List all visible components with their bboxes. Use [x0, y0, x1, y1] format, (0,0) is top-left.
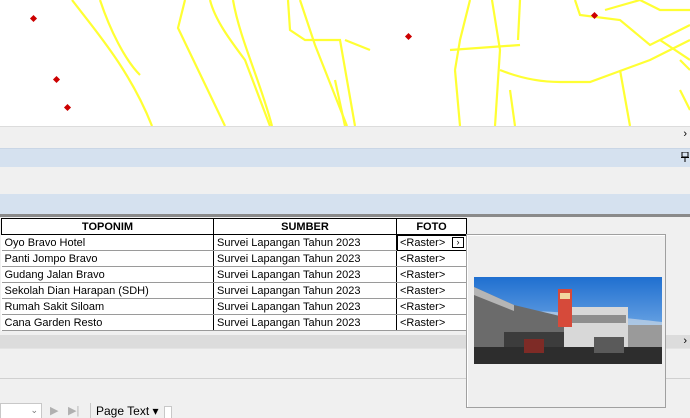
page-select[interactable]: ⌄ [0, 403, 42, 418]
table-title-bar[interactable] [0, 194, 690, 214]
panel-body [0, 167, 690, 194]
cell-foto[interactable]: <Raster> [396, 266, 467, 283]
photo-preview-panel [466, 234, 666, 408]
point-marker[interactable] [52, 75, 61, 84]
cell-toponim[interactable]: Oyo Bravo Hotel [1, 234, 214, 251]
point-marker[interactable] [404, 32, 413, 41]
cell-toponim[interactable]: Sekolah Dian Harapan (SDH) [1, 282, 214, 299]
scroll-right-arrow[interactable]: › [683, 335, 687, 348]
column-header-sumber[interactable]: SUMBER [213, 218, 397, 235]
cell-edit-button[interactable]: › [452, 237, 464, 248]
chevron-down-icon: ⌄ [30, 405, 38, 415]
pin-icon[interactable] [681, 152, 689, 162]
column-header-foto[interactable]: FOTO [396, 218, 467, 235]
cell-toponim[interactable]: Rumah Sakit Siloam [1, 298, 214, 315]
last-page-button[interactable]: ▶| [68, 404, 79, 417]
cell-toponim[interactable]: Gudang Jalan Bravo [1, 266, 214, 283]
photo-preview-image [474, 277, 662, 364]
cell-foto[interactable]: <Raster> [396, 250, 467, 267]
point-marker[interactable] [29, 14, 38, 23]
table-row[interactable]: Cana Garden Resto Survei Lapangan Tahun … [1, 314, 467, 331]
dock-title-bar[interactable] [0, 148, 690, 167]
cell-foto-value: <Raster> [400, 236, 446, 249]
table-row[interactable]: Gudang Jalan Bravo Survei Lapangan Tahun… [1, 266, 467, 283]
point-marker[interactable] [63, 103, 72, 112]
column-header-toponim[interactable]: TOPONIM [1, 218, 214, 235]
cell-sumber[interactable]: Survei Lapangan Tahun 2023 [213, 298, 397, 315]
cell-foto[interactable]: <Raster> [396, 314, 467, 331]
cell-sumber[interactable]: Survei Lapangan Tahun 2023 [213, 314, 397, 331]
map-view[interactable] [0, 0, 690, 126]
cell-foto[interactable]: <Raster> [396, 282, 467, 299]
point-markers [29, 11, 599, 112]
panel-gap [0, 140, 690, 148]
cell-foto[interactable]: <Raster> [396, 298, 467, 315]
table-header-row: TOPONIM SUMBER FOTO [1, 218, 467, 235]
scroll-right-arrow[interactable]: › [683, 127, 687, 141]
next-page-button[interactable]: ▶ [50, 404, 58, 417]
map-canvas [29, 0, 690, 126]
cell-sumber[interactable]: Survei Lapangan Tahun 2023 [213, 234, 397, 251]
toolbar-grip[interactable] [164, 406, 172, 418]
cell-sumber[interactable]: Survei Lapangan Tahun 2023 [213, 266, 397, 283]
table-row[interactable]: Rumah Sakit Siloam Survei Lapangan Tahun… [1, 298, 467, 315]
road-lines [71, 0, 690, 126]
map-horizontal-scrollbar[interactable]: › [0, 126, 690, 140]
cell-sumber[interactable]: Survei Lapangan Tahun 2023 [213, 250, 397, 267]
cell-toponim[interactable]: Cana Garden Resto [1, 314, 214, 331]
page-text-dropdown[interactable]: Page Text ▾ [96, 404, 159, 418]
table-row[interactable]: Sekolah Dian Harapan (SDH) Survei Lapang… [1, 282, 467, 299]
cell-toponim[interactable]: Panti Jompo Bravo [1, 250, 214, 267]
cell-foto-selected[interactable]: <Raster> › [396, 234, 467, 251]
attribute-table: TOPONIM SUMBER FOTO Oyo Bravo Hotel Surv… [1, 218, 467, 331]
table-row[interactable]: Oyo Bravo Hotel Survei Lapangan Tahun 20… [1, 234, 467, 251]
table-row[interactable]: Panti Jompo Bravo Survei Lapangan Tahun … [1, 250, 467, 267]
toolbar-separator [90, 403, 91, 418]
cell-sumber[interactable]: Survei Lapangan Tahun 2023 [213, 282, 397, 299]
